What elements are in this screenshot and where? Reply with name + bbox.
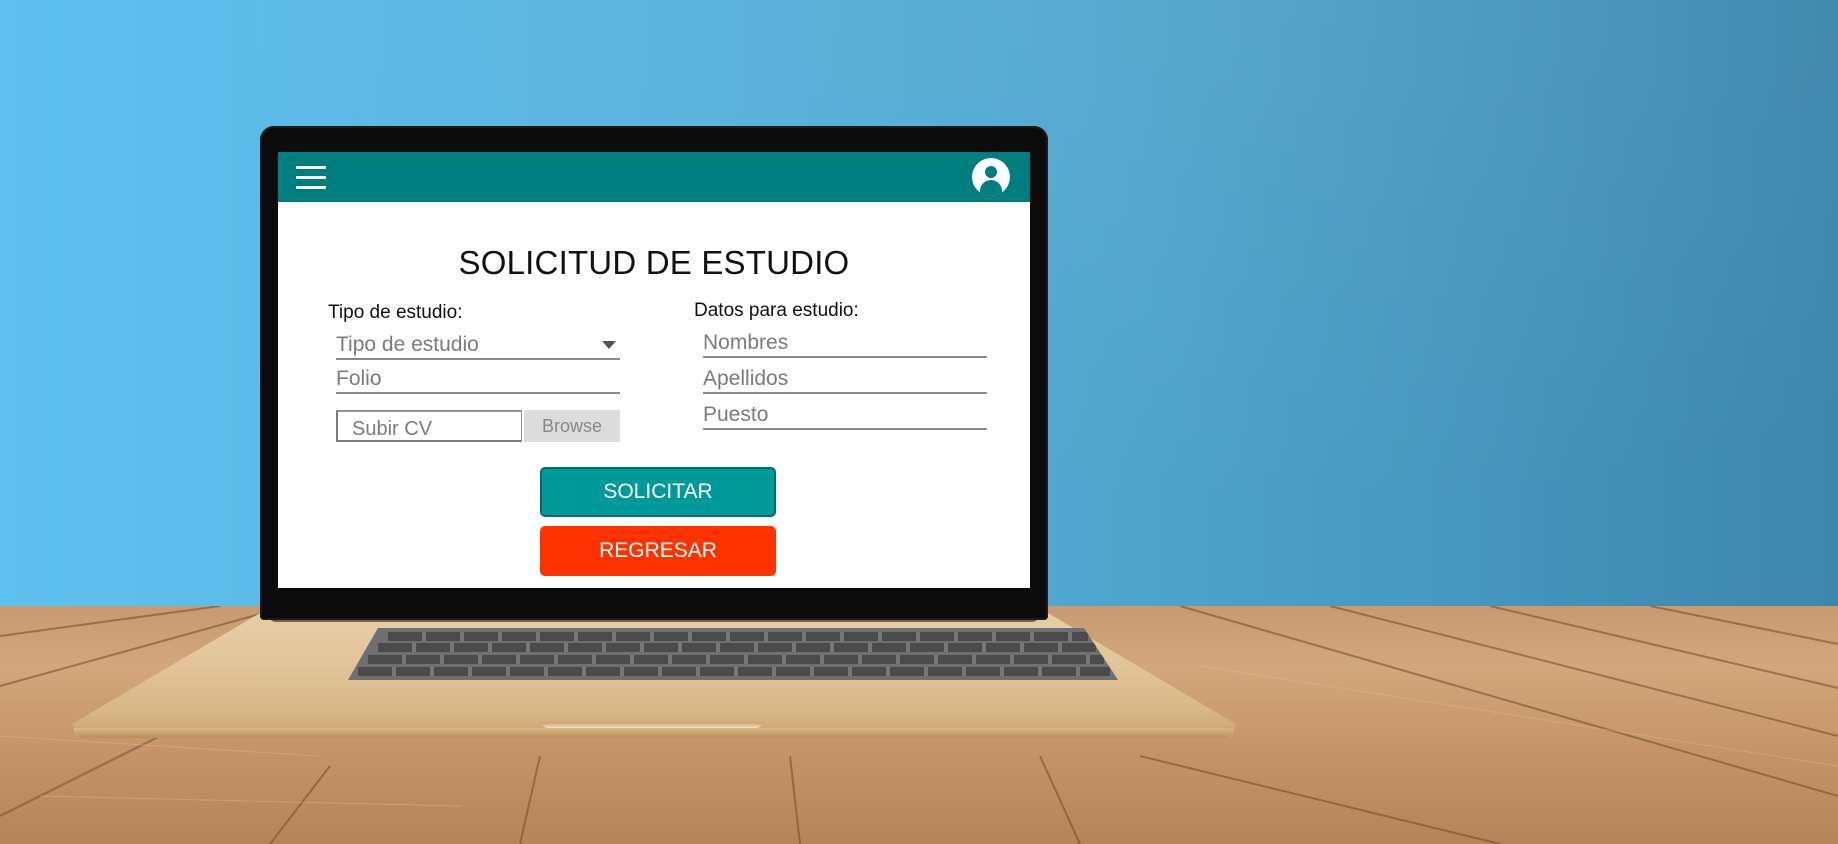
user-avatar-icon[interactable] bbox=[972, 158, 1010, 196]
back-button[interactable]: REGRESAR bbox=[540, 526, 776, 576]
position-input[interactable]: Puesto bbox=[703, 402, 987, 430]
study-type-section-label: Tipo de estudio: bbox=[328, 302, 463, 323]
laptop-base bbox=[72, 606, 1236, 746]
browse-button[interactable]: Browse bbox=[524, 410, 620, 442]
page-title: SOLICITUD DE ESTUDIO bbox=[458, 244, 850, 281]
study-data-section-label: Datos para estudio: bbox=[694, 300, 859, 321]
laptop-screen-bezel: SOLICITUD DE ESTUDIO Tipo de estudio: Da… bbox=[260, 126, 1048, 620]
names-input[interactable]: Nombres bbox=[703, 330, 987, 358]
laptop-keyboard bbox=[348, 628, 1118, 680]
app-header-bar bbox=[278, 152, 1030, 202]
names-placeholder: Nombres bbox=[703, 331, 789, 354]
folio-input[interactable]: Folio bbox=[336, 366, 620, 394]
chevron-down-icon bbox=[602, 341, 616, 349]
laptop-front-edge bbox=[74, 728, 1234, 738]
surnames-input[interactable]: Apellidos bbox=[703, 366, 987, 394]
submit-button[interactable]: SOLICITAR bbox=[540, 467, 776, 517]
cv-upload-input[interactable]: Subir CV bbox=[336, 410, 522, 442]
study-type-select[interactable]: Tipo de estudio bbox=[336, 332, 620, 360]
app-screen: SOLICITUD DE ESTUDIO Tipo de estudio: Da… bbox=[278, 152, 1030, 588]
surnames-placeholder: Apellidos bbox=[703, 367, 789, 390]
position-placeholder: Puesto bbox=[703, 403, 769, 426]
study-type-placeholder: Tipo de estudio bbox=[336, 333, 479, 356]
cv-upload: Subir CV Browse bbox=[336, 410, 620, 442]
laptop-notch bbox=[542, 722, 762, 728]
hamburger-menu-icon[interactable] bbox=[296, 166, 326, 189]
scene-background: SOLICITUD DE ESTUDIO Tipo de estudio: Da… bbox=[0, 0, 1838, 844]
folio-placeholder: Folio bbox=[336, 367, 382, 390]
